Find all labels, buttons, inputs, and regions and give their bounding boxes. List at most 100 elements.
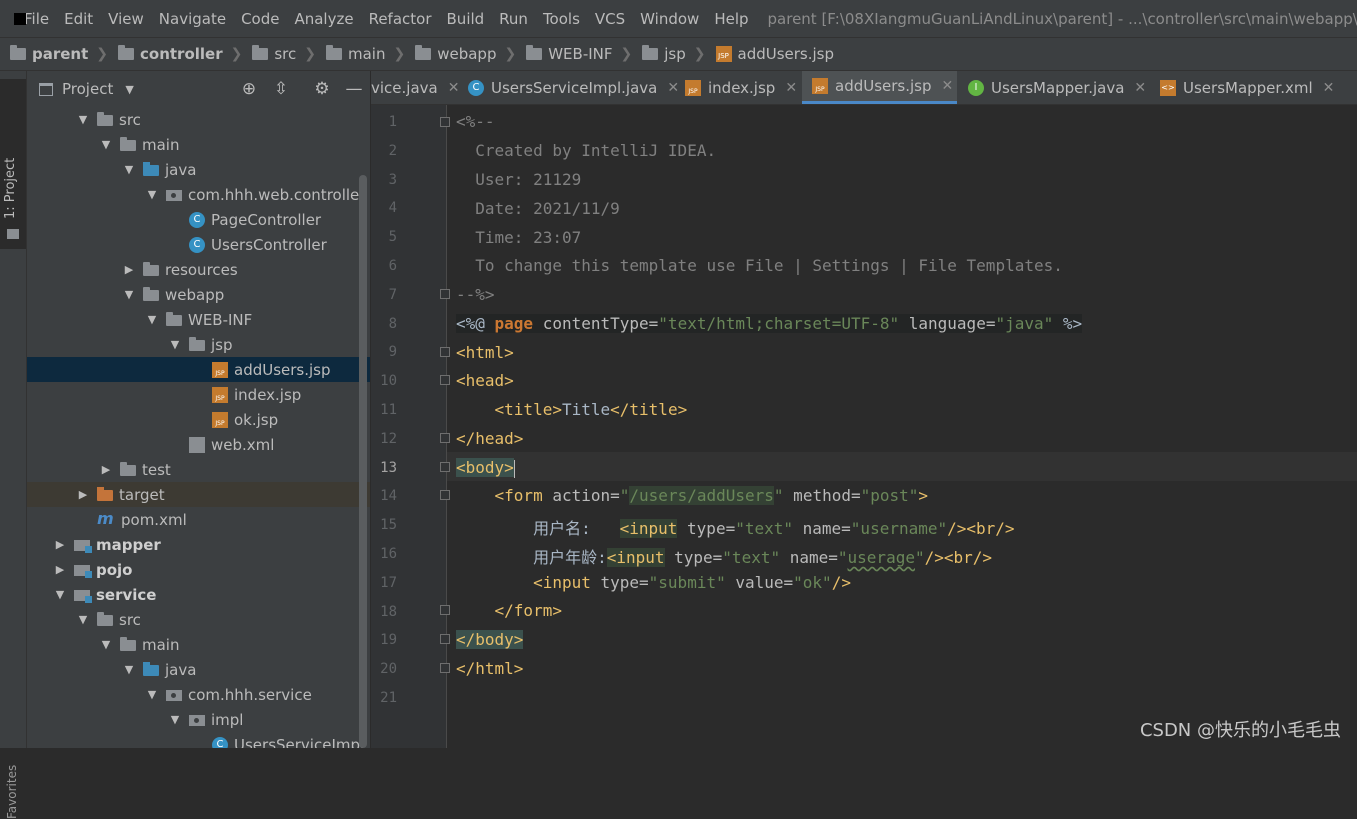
expand-down-icon[interactable]: ▼ [54,588,66,601]
tree-item[interactable]: ▶ resources [27,257,370,282]
menu-vcs[interactable]: VCS [595,10,625,28]
menu-tools[interactable]: Tools [543,10,580,28]
fold-marker-icon[interactable] [440,634,450,644]
tab-vice-java[interactable]: vice.java ✕ [371,71,459,104]
tree-item[interactable]: ▶CPageController [27,207,370,232]
expand-down-icon[interactable]: ▼ [146,188,158,201]
expand-down-icon[interactable]: ▼ [146,313,158,326]
tree-item[interactable]: ▼ main [27,632,370,657]
breadcrumb-item-src[interactable]: src ❯ [252,45,316,63]
expand-right-icon[interactable]: ▶ [123,263,135,276]
menu-view[interactable]: View [108,10,144,28]
project-scrollbar[interactable] [359,175,367,748]
fold-marker-icon[interactable] [440,347,450,357]
expand-down-icon[interactable]: ▼ [169,338,181,351]
tree-item[interactable]: ▼ java [27,657,370,682]
menu-help[interactable]: Help [714,10,748,28]
tree-item[interactable]: ▶CUsersServiceImpl [27,732,370,748]
html-tag: <input [456,573,591,592]
tree-item[interactable]: ▼ src [27,107,370,132]
tree-item[interactable]: ▶ pojo [27,557,370,582]
fold-marker-icon[interactable] [440,289,450,299]
menu-file[interactable]: File [24,10,49,28]
module-icon [74,540,92,553]
expand-down-icon[interactable]: ▼ [123,663,135,676]
menu-run[interactable]: Run [499,10,528,28]
expand-down-icon[interactable]: ▼ [77,113,89,126]
line-number: 17 [380,574,397,591]
tree-item[interactable]: ▶ mapper [27,532,370,557]
breadcrumb-item-main[interactable]: main ❯ [326,45,405,63]
tree-item[interactable]: ▼ impl [27,707,370,732]
tree-item[interactable]: ▼ main [27,132,370,157]
tree-item[interactable]: ▶JSPaddUsers.jsp [27,357,370,382]
fold-marker-icon[interactable] [440,375,450,385]
menu-window[interactable]: Window [640,10,699,28]
project-panel-title[interactable]: Project [62,80,113,98]
module-folder-icon [10,45,26,60]
expand-down-icon[interactable]: ▼ [77,613,89,626]
tree-item[interactable]: ▼ jsp [27,332,370,357]
menu-build[interactable]: Build [447,10,485,28]
close-icon[interactable]: ✕ [1134,80,1146,96]
folder-icon [415,45,432,60]
menu-code[interactable]: Code [241,10,279,28]
expand-right-icon[interactable]: ▶ [100,463,112,476]
breadcrumb-item-web-inf[interactable]: WEB-INF ❯ [526,45,632,63]
tab-usersmapper-xml[interactable]: <> UsersMapper.xml ✕ [1150,71,1345,104]
expand-right-icon[interactable]: ▶ [54,563,66,576]
tree-item[interactable]: ▼ service [27,582,370,607]
tab-usersmapper-java[interactable]: I UsersMapper.java ✕ [958,71,1146,104]
tree-item[interactable]: ▶JSPindex.jsp [27,382,370,407]
tree-item[interactable]: ▼ com.hhh.web.controller [27,182,370,207]
breadcrumb-item-jsp[interactable]: jsp ❯ [642,45,706,63]
breadcrumb-item-parent[interactable]: parent ❯ [10,45,108,63]
expand-down-icon[interactable]: ▼ [100,638,112,651]
collapse-all-icon[interactable]: ⇳ [271,79,291,99]
gear-icon[interactable]: ⚙ [312,79,332,99]
fold-marker-icon[interactable] [440,663,450,673]
tree-item[interactable]: ▶mpom.xml [27,507,370,532]
menu-refactor[interactable]: Refactor [369,10,432,28]
project-tool-window-button[interactable]: 1: Project [0,79,26,249]
tree-item[interactable]: ▶JSPok.jsp [27,407,370,432]
fold-marker-icon[interactable] [440,462,450,472]
tree-item[interactable]: ▶web.xml [27,432,370,457]
breadcrumb-item-controller[interactable]: controller ❯ [118,45,242,63]
tree-item[interactable]: ▼ webapp [27,282,370,307]
tab-usersserviceimpl-java[interactable]: C UsersServiceImpl.java ✕ [458,71,679,104]
tree-item[interactable]: ▶CUsersController [27,232,370,257]
expand-right-icon[interactable]: ▶ [54,538,66,551]
menu-navigate[interactable]: Navigate [159,10,226,28]
fold-marker-icon[interactable] [440,605,450,615]
breadcrumb-item-webapp[interactable]: webapp ❯ [415,45,516,63]
tab-index-jsp[interactable]: JSP index.jsp ✕ [675,71,801,104]
expand-down-icon[interactable]: ▼ [123,163,135,176]
breadcrumb-item-adduser-jsp[interactable]: JSP addUsers.jsp [715,45,834,63]
menu-analyze[interactable]: Analyze [294,10,353,28]
fold-marker-icon[interactable] [440,433,450,443]
hide-panel-icon[interactable]: — [344,79,364,99]
fold-marker-icon[interactable] [440,117,450,127]
close-icon[interactable]: ✕ [785,80,797,96]
expand-down-icon[interactable]: ▼ [100,138,112,151]
tree-item[interactable]: ▶ target [27,482,370,507]
tree-item[interactable]: ▼ src [27,607,370,632]
tab-addusers-jsp[interactable]: JSP addUsers.jsp ✕ [802,71,957,104]
close-icon[interactable]: ✕ [1323,80,1335,96]
tree-item[interactable]: ▼ WEB-INF [27,307,370,332]
tree-item[interactable]: ▼ java [27,157,370,182]
fold-marker-icon[interactable] [440,490,450,500]
locate-file-icon[interactable]: ⊕ [239,79,259,99]
tree-item[interactable]: ▶ test [27,457,370,482]
chevron-down-icon[interactable]: ▼ [125,83,133,96]
close-icon[interactable]: ✕ [942,78,954,94]
tree-item[interactable]: ▼ com.hhh.service [27,682,370,707]
expand-down-icon[interactable]: ▼ [146,688,158,701]
favorites-tool-label[interactable]: Favorites [5,765,19,819]
expand-down-icon[interactable]: ▼ [123,288,135,301]
menu-edit[interactable]: Edit [64,10,93,28]
attr-value-typo: userage [847,548,915,567]
expand-right-icon[interactable]: ▶ [77,488,89,501]
expand-down-icon[interactable]: ▼ [169,713,181,726]
